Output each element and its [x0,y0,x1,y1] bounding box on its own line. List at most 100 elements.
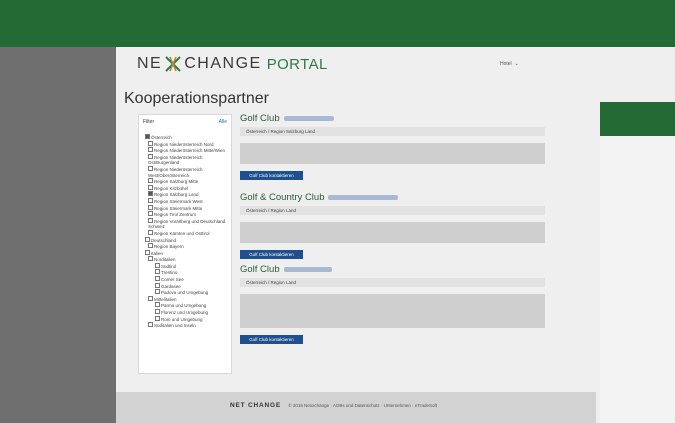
filter-item-label: Region Steiermark Mitte [154,205,203,211]
filter-item-label: Region Kärnten und Osttirol [154,230,210,236]
checkbox-icon[interactable] [148,178,153,184]
checkbox-icon[interactable] [155,282,160,288]
filter-item-label: Norditalien [154,257,176,263]
checkbox-icon[interactable] [145,249,150,255]
filter-list: Österreich Region Niederösterreich Nord Re… [139,134,231,329]
checkbox-icon[interactable] [148,153,153,159]
footer: NET CHANGE © 2015 Nexxchange · AGBs und … [230,402,437,409]
filter-item[interactable]: Region Tirol Zentrum [142,211,228,218]
filter-label: Filter [143,119,155,125]
checkbox-icon[interactable] [155,262,160,268]
filter-item-label: Mittelitalien [154,296,177,302]
filter-item[interactable]: Trentino [142,269,228,276]
filter-item-label: Italien [151,250,164,256]
filter-all-link[interactable]: Alle [219,119,227,125]
contact-golf-club-button[interactable]: Golf Club kontaktieren [240,335,303,344]
checkbox-icon[interactable] [148,147,153,153]
filter-item[interactable]: Padova und Umgebung [142,289,228,296]
filter-item-label: Comer See [161,277,184,283]
portal-logo[interactable]: NE CHANGE PORTAL [137,55,328,73]
checkbox-icon[interactable] [155,276,160,282]
filter-item[interactable]: Gardasee [142,282,228,290]
filter-item[interactable]: Deutschland [142,236,228,244]
filter-item[interactable]: Region Kärnten und Osttirol [142,229,228,237]
filter-item-label: Region Niederösterreich West/Oberösterre… [148,166,203,178]
checkbox-icon[interactable] [155,289,160,295]
filter-item[interactable]: Region Steiermark West [142,197,228,205]
filter-item[interactable]: Italien [142,249,228,257]
filter-item-label: Österreich [151,135,172,140]
checkbox-icon[interactable] [155,302,160,308]
filter-item-label: Region Niederösterreich Ost/Burgenland [148,154,203,166]
checkbox-icon[interactable] [148,229,153,235]
filter-item[interactable]: Südtirol [142,262,228,270]
filter-item-label: Südtirol [161,263,177,269]
page-title: Kooperationspartner [124,90,269,107]
filter-item[interactable]: Mittelitalien [142,295,228,303]
club-card: Golf Club Österreich / Region Salzburg L… [240,113,545,180]
checkbox-icon[interactable] [148,184,153,190]
filter-item[interactable]: Parma und Umgebung [142,302,228,309]
filter-item[interactable]: Comer See [142,276,228,283]
logo-x-icon [164,56,182,72]
filter-item-label: Deutschland [151,237,177,243]
filter-item[interactable]: Region Vorarlberg und Deutschland Schwei… [142,217,228,230]
logo-portal-text: PORTAL [266,55,328,73]
club-region: Österreich / Region Salzburg Land [240,127,545,136]
logo-text-right: CHANGE [184,55,262,72]
checkbox-icon[interactable] [155,315,160,321]
filter-item[interactable]: Region Niederösterreich Nord [142,140,228,148]
checkbox-icon[interactable] [148,140,153,146]
club-title: Golf Club [240,113,545,125]
filter-item[interactable]: Region Niederösterreich Mitte/Wien [142,147,228,154]
background-window-header [600,102,675,136]
checkbox-icon[interactable] [155,269,160,275]
filter-item[interactable]: Norditalien [142,256,228,263]
filter-item[interactable]: Rom und Umgebung [142,315,228,323]
filter-item-label: Region Bayern [154,244,184,250]
filter-item-label: Süditalien und Inseln [154,323,196,329]
checkbox-icon[interactable] [148,243,153,249]
filter-item-label: Region Steiermark West [154,198,203,204]
top-green-bar [0,0,675,47]
filter-item[interactable]: Florenz und Umgebung [142,309,228,316]
filter-item-label: Gardasee [161,283,181,289]
filter-item-label: Trentino [161,270,178,276]
checkbox-icon[interactable] [145,236,150,242]
filter-item-label: Region Niederösterreich Nord [154,141,214,147]
checkbox-icon[interactable] [148,217,153,223]
filter-item[interactable]: Österreich [142,134,228,141]
filter-item[interactable]: Region Kitzbühel [142,184,228,192]
filter-item[interactable]: Region Bayern [142,243,228,250]
checkbox-icon[interactable] [148,197,153,203]
checkbox-icon[interactable] [148,256,153,262]
club-title: Golf Club [240,264,545,276]
club-description [240,294,545,328]
checkbox-icon[interactable] [145,134,150,139]
checkbox-icon[interactable] [148,165,153,171]
filter-item[interactable]: Süditalien und Inseln [142,322,228,329]
checkbox-icon[interactable] [155,309,160,315]
filter-item-label: Region Salzburg Mitte [154,179,199,185]
filter-item[interactable]: Region Niederösterreich Ost/Burgenland [142,153,228,166]
filter-item-label: Florenz und Umgebung [161,310,209,316]
footer-text[interactable]: © 2015 Nexxchange · AGBs und Datenschutz… [288,403,437,408]
checkbox-icon[interactable] [148,204,153,210]
filter-item-label: Region Vorarlberg und Deutschland Schwei… [148,218,226,230]
user-menu[interactable]: Hotel ⁠ ⌄ [500,61,519,67]
contact-golf-club-button[interactable]: Golf Club kontaktieren [240,250,303,259]
contact-golf-club-button[interactable]: Golf Club kontaktieren [240,171,303,180]
filter-item[interactable]: Region Steiermark Mitte [142,204,228,212]
checkbox-icon[interactable] [148,191,153,197]
checkbox-icon[interactable] [148,322,153,328]
filter-item-label: Parma und Umgebung [161,303,207,309]
background-window [600,102,675,423]
checkbox-icon[interactable] [148,211,153,217]
club-card: Golf & Country Club Österreich / Region … [240,192,545,259]
filter-item-label: Rom und Umgebung [161,316,203,322]
filter-item[interactable]: Region Salzburg Land [142,191,228,198]
filter-item[interactable]: Region Salzburg Mitte [142,178,228,185]
filter-item[interactable]: Region Niederösterreich West/Oberösterre… [142,165,228,178]
checkbox-icon[interactable] [148,295,153,301]
filter-item-label: Region Tirol Zentrum [154,212,197,218]
